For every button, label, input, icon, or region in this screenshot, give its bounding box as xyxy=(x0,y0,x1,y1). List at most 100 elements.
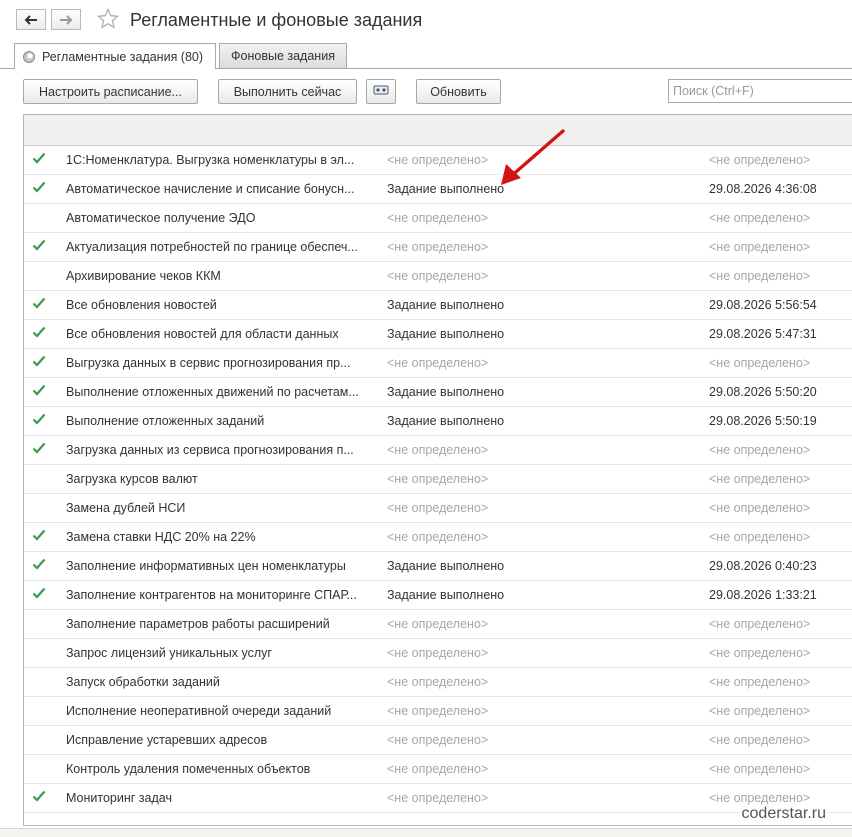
table-row[interactable]: Загрузка данных из сервиса прогнозирован… xyxy=(24,436,852,465)
table-row[interactable]: Запрос лицензий уникальных услуг <не опре… xyxy=(24,639,852,668)
status-cell xyxy=(32,494,56,522)
job-state: <не определено> xyxy=(387,530,489,544)
tab-label: Фоновые задания xyxy=(231,49,335,63)
table-row[interactable]: Загрузка курсов валют <не определено> <не … xyxy=(24,465,852,494)
job-state: <не определено> xyxy=(387,617,489,631)
job-completed-date: <не определено> xyxy=(709,646,811,660)
job-completed-date: 29.08.2026 5:50:19 xyxy=(709,414,817,428)
configure-schedule-button[interactable]: Настроить расписание... xyxy=(23,79,198,104)
status-cell xyxy=(32,697,56,725)
star-icon[interactable] xyxy=(96,7,120,34)
job-completed-date: <не определено> xyxy=(709,704,811,718)
job-name: Загрузка курсов валют xyxy=(66,472,198,486)
back-button[interactable] xyxy=(16,9,46,30)
job-completed-date: <не определено> xyxy=(709,356,811,370)
job-completed-date: 29.08.2026 1:33:21 xyxy=(709,588,817,602)
refresh-button[interactable]: Обновить xyxy=(416,79,501,104)
table-row[interactable]: Запуск обработки заданий <не определено> <… xyxy=(24,668,852,697)
clock-icon xyxy=(23,50,35,63)
status-cell xyxy=(32,755,56,783)
table-row[interactable]: Все обновления новостей Задание выполнено… xyxy=(24,291,852,320)
job-state: <не определено> xyxy=(387,211,489,225)
job-completed-date: <не определено> xyxy=(709,153,811,167)
check-icon xyxy=(32,297,56,309)
table-row[interactable]: Все обновления новостей для области данн… xyxy=(24,320,852,349)
table-row[interactable]: Автоматическое получение ЭДО <не определе… xyxy=(24,204,852,233)
job-completed-date: 29.08.2026 0:40:23 xyxy=(709,559,817,573)
status-cell xyxy=(32,552,56,580)
search-input[interactable] xyxy=(668,79,852,103)
job-name: 1С:Номенклатура. Выгрузка номенклатуры в… xyxy=(66,153,355,167)
job-name: Все обновления новостей xyxy=(66,298,217,312)
job-completed-date: 29.08.2026 4:36:08 xyxy=(709,182,817,196)
tab-background-jobs[interactable]: Фоновые задания xyxy=(219,43,347,68)
job-name: Выгрузка данных в сервис прогнозирования… xyxy=(66,356,351,370)
job-completed-date: 29.08.2026 5:56:54 xyxy=(709,298,817,312)
job-completed-date: <не определено> xyxy=(709,269,811,283)
red-arrow-annotation xyxy=(495,128,567,191)
job-state: <не определено> xyxy=(387,791,489,805)
job-state: <не определено> xyxy=(387,472,489,486)
job-state: Задание выполнено xyxy=(387,385,505,399)
check-icon xyxy=(32,587,56,599)
job-completed-date: <не определено> xyxy=(709,443,811,457)
job-state: <не определено> xyxy=(387,675,489,689)
job-name: Замена ставки НДС 20% на 22% xyxy=(66,530,256,544)
job-name: Исправление устаревших адресов xyxy=(66,733,268,747)
table-row[interactable]: Замена дублей НСИ <не определено> <не опре… xyxy=(24,494,852,523)
table-row[interactable]: Выполнение отложенных заданий Задание вып… xyxy=(24,407,852,436)
run-now-button[interactable]: Выполнить сейчас xyxy=(218,79,357,104)
table-row[interactable]: Контроль удаления помеченных объектов <не… xyxy=(24,755,852,784)
job-completed-date: <не определено> xyxy=(709,733,811,747)
table-row[interactable]: Заполнение контрагентов на мониторинге С… xyxy=(24,581,852,610)
job-completed-date: <не определено> xyxy=(709,211,811,225)
status-cell xyxy=(32,784,56,812)
job-name: Запуск обработки заданий xyxy=(66,675,220,689)
job-name: Загрузка данных из сервиса прогнозирован… xyxy=(66,443,354,457)
job-state: Задание выполнено xyxy=(387,414,505,428)
job-name: Запрос лицензий уникальных услуг xyxy=(66,646,272,660)
check-icon xyxy=(32,239,56,251)
job-name: Автоматическое получение ЭДО xyxy=(66,211,256,225)
status-cell xyxy=(32,407,56,435)
status-cell xyxy=(32,523,56,551)
job-name: Автоматическое начисление и списание бон… xyxy=(66,182,355,196)
table-row[interactable]: Выполнение отложенных движений по расчет… xyxy=(24,378,852,407)
status-cell xyxy=(32,378,56,406)
status-cell xyxy=(32,465,56,493)
table-row[interactable]: Исполнение неоперативной очереди заданий… xyxy=(24,697,852,726)
status-cell xyxy=(32,175,56,203)
status-cell xyxy=(32,146,56,174)
table-row[interactable]: Замена ставки НДС 20% на 22% <не определе… xyxy=(24,523,852,552)
job-name: Исполнение неоперативной очереди заданий xyxy=(66,704,332,718)
check-icon xyxy=(32,326,56,338)
status-cell xyxy=(32,320,56,348)
table-row[interactable]: Заполнение информативных цен номенклатур… xyxy=(24,552,852,581)
job-name: Заполнение параметров работы расширений xyxy=(66,617,330,631)
job-completed-date: <не определено> xyxy=(709,675,811,689)
table-row[interactable]: Мониторинг задач <не определено> <не опред… xyxy=(24,784,852,813)
table-row[interactable]: Исправление устаревших адресов <не опреде… xyxy=(24,726,852,755)
table-row[interactable]: Выгрузка данных в сервис прогнозирования… xyxy=(24,349,852,378)
forward-button[interactable] xyxy=(51,9,81,30)
settings-button[interactable] xyxy=(366,79,396,104)
status-cell xyxy=(32,349,56,377)
job-state: Задание выполнено xyxy=(387,327,505,341)
watermark: coderstar.ru xyxy=(739,805,828,823)
jobs-table: 1С:Номенклатура. Выгрузка номенклатуры в… xyxy=(23,114,852,826)
table-row[interactable]: Актуализация потребностей по границе обе… xyxy=(24,233,852,262)
check-icon xyxy=(32,413,56,425)
check-icon xyxy=(32,442,56,454)
job-state: <не определено> xyxy=(387,733,489,747)
table-row[interactable]: Автоматическое начисление и списание бон… xyxy=(24,175,852,204)
job-name: Заполнение контрагентов на мониторинге С… xyxy=(66,588,357,602)
job-state: Задание выполнено xyxy=(387,298,505,312)
table-row[interactable]: Заполнение параметров работы расширений <… xyxy=(24,610,852,639)
tab-scheduled-jobs[interactable]: Регламентные задания (80) xyxy=(14,43,216,69)
table-row[interactable]: 1С:Номенклатура. Выгрузка номенклатуры в… xyxy=(24,146,852,175)
job-name: Замена дублей НСИ xyxy=(66,501,186,515)
page-title: Регламентные и фоновые задания xyxy=(130,10,423,30)
job-state: <не определено> xyxy=(387,762,489,776)
job-completed-date: <не определено> xyxy=(709,617,811,631)
table-row[interactable]: Архивирование чеков ККМ <не определено> <н… xyxy=(24,262,852,291)
